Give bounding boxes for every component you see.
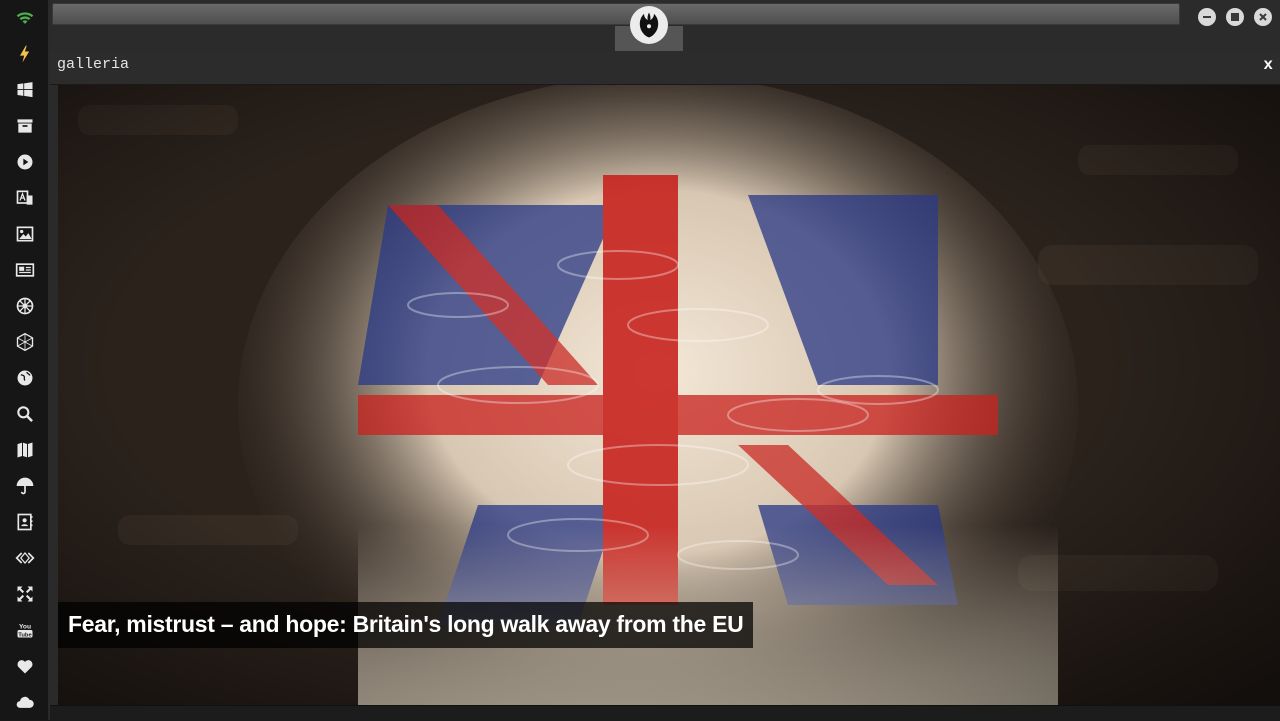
- address-bar[interactable]: [52, 3, 1180, 25]
- youtube-icon[interactable]: You Tube: [11, 616, 39, 644]
- archive-icon[interactable]: [11, 112, 39, 140]
- status-strip: [50, 705, 1280, 721]
- gallery-viewer[interactable]: Fear, mistrust – and hope: Britain's lon…: [58, 85, 1280, 705]
- image-caption: Fear, mistrust – and hope: Britain's lon…: [58, 602, 754, 648]
- panel-header: galleria x: [50, 52, 1280, 84]
- contacts-icon[interactable]: [11, 508, 39, 536]
- rebel-alliance-logo[interactable]: [630, 6, 668, 44]
- sidebar: You Tube: [0, 0, 50, 720]
- fullscreen-icon[interactable]: [11, 580, 39, 608]
- globe-icon[interactable]: [11, 364, 39, 392]
- maximize-button[interactable]: [1226, 8, 1244, 26]
- umbrella-icon[interactable]: [11, 472, 39, 500]
- viewer-gutter: [50, 85, 58, 705]
- wifi-icon[interactable]: [11, 4, 39, 32]
- svg-text:You: You: [19, 623, 31, 630]
- minimize-button[interactable]: [1198, 8, 1216, 26]
- search-icon[interactable]: [11, 400, 39, 428]
- top-bar: [50, 0, 1280, 52]
- close-window-button[interactable]: [1254, 8, 1272, 26]
- code-icon[interactable]: [11, 544, 39, 572]
- hexagon-icon[interactable]: [11, 328, 39, 356]
- windows-icon[interactable]: [11, 76, 39, 104]
- panel-title: galleria: [57, 56, 130, 73]
- translate-icon[interactable]: [11, 184, 39, 212]
- play-icon[interactable]: [11, 148, 39, 176]
- panel-close-button[interactable]: x: [1263, 56, 1273, 74]
- image-icon[interactable]: [11, 220, 39, 248]
- lightning-icon[interactable]: [11, 40, 39, 68]
- newspaper-icon[interactable]: [11, 256, 39, 284]
- empire-icon[interactable]: [11, 292, 39, 320]
- cloud-icon[interactable]: [11, 688, 39, 716]
- map-icon[interactable]: [11, 436, 39, 464]
- heart-icon[interactable]: [11, 652, 39, 680]
- svg-text:Tube: Tube: [18, 632, 32, 638]
